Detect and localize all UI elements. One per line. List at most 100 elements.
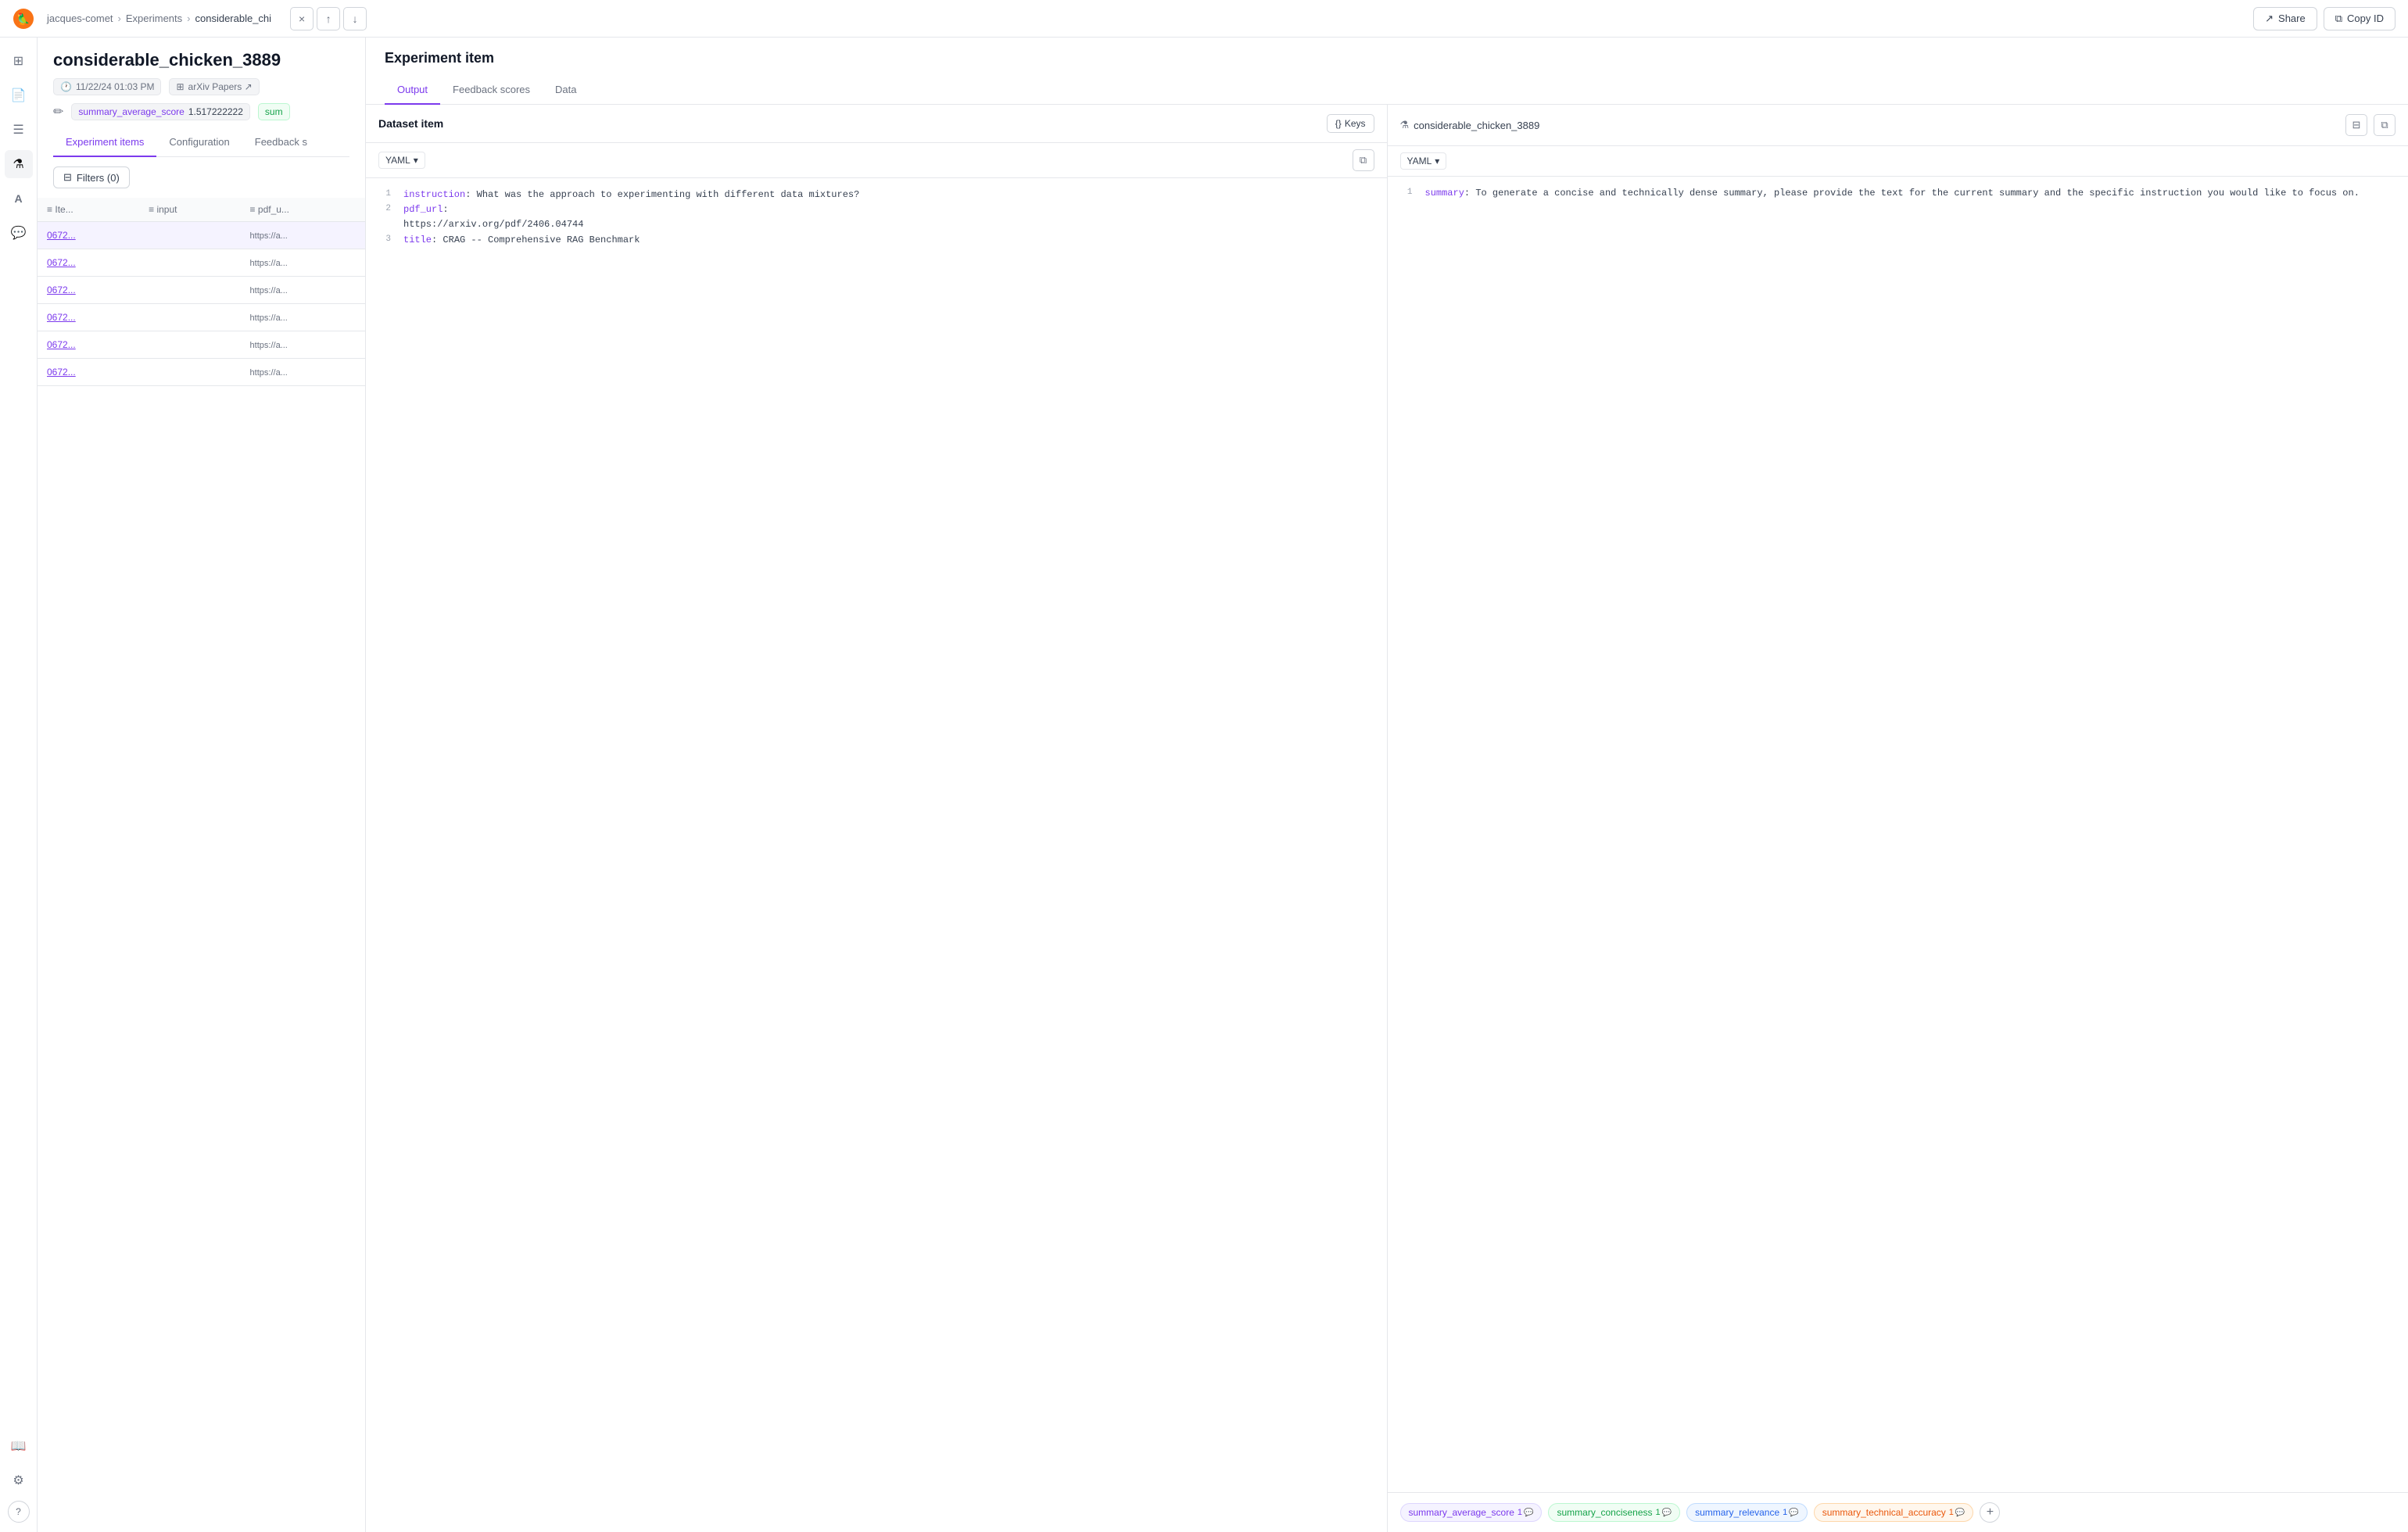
cell-id[interactable]: 0672... <box>38 277 139 304</box>
breadcrumb-section[interactable]: Experiments <box>126 13 182 24</box>
experiment-section-header: ⚗ considerable_chicken_3889 ⊟ ⧉ <box>1388 105 2408 146</box>
sidebar-icon-document[interactable]: 📄 <box>5 81 33 109</box>
table-row[interactable]: 0672... https://a... <box>38 249 365 277</box>
cell-pdf-url: https://a... <box>241 304 365 331</box>
cell-id[interactable]: 0672... <box>38 331 139 359</box>
copy-id-button[interactable]: ⧉ Copy ID <box>2324 7 2395 30</box>
cell-input <box>139 222 240 249</box>
sidebar-icon-book[interactable]: 📖 <box>5 1432 33 1460</box>
experiment-format-row: YAML ▾ <box>1388 146 2408 177</box>
sidebar-icon-text[interactable]: A <box>5 184 33 213</box>
score-key: summary_average_score <box>78 106 184 117</box>
svg-text:🦜: 🦜 <box>16 12 30 26</box>
score-row: ✏ summary_average_score 1.517222222 sum <box>53 103 349 120</box>
share-button[interactable]: ↗ Share <box>2253 7 2317 30</box>
experiment-code-block: 1 summary: To generate a concise and tec… <box>1388 177 2408 1492</box>
cell-id[interactable]: 0672... <box>38 249 139 277</box>
feedback-tags: summary_average_score 1 💬 summary_concis… <box>1388 1492 2408 1532</box>
keys-button[interactable]: {} Keys <box>1327 114 1374 133</box>
col-sort-icon: ≡ <box>47 204 52 215</box>
code-line-3: 3 title: CRAG -- Comprehensive RAG Bench… <box>378 233 1374 248</box>
tab-configuration[interactable]: Configuration <box>156 128 242 157</box>
table-row[interactable]: 0672... https://a... <box>38 331 365 359</box>
fb-tag-summary-average-score[interactable]: summary_average_score 1 💬 <box>1400 1503 1543 1522</box>
sidebar-icon-home[interactable]: ⊞ <box>5 47 33 75</box>
add-feedback-tag-button[interactable]: + <box>1980 1502 2000 1523</box>
score-badge: summary_average_score 1.517222222 <box>71 103 249 120</box>
cell-pdf-url: https://a... <box>241 249 365 277</box>
app-logo: 🦜 <box>13 8 34 30</box>
tab-feedback-scores[interactable]: Feedback scores <box>440 76 543 105</box>
copy-icon: ⧉ <box>2335 13 2342 25</box>
source-value: arXiv Papers ↗ <box>188 81 253 92</box>
keys-label: Keys <box>1345 118 1366 129</box>
right-panel-header: Experiment item Output Feedback scores D… <box>366 38 2408 105</box>
keys-icon: {} <box>1335 118 1342 129</box>
fb-count-1: 1 💬 <box>1518 1508 1534 1517</box>
table-row[interactable]: 0672... https://a... <box>38 277 365 304</box>
copy-id-label: Copy ID <box>2347 13 2384 24</box>
top-bar: 🦜 jacques-comet › Experiments › consider… <box>0 0 2408 38</box>
code-line-2: 2 pdf_url:https://arxiv.org/pdf/2406.047… <box>378 202 1374 232</box>
fb-tag-summary-technical-accuracy[interactable]: summary_technical_accuracy 1 💬 <box>1814 1503 1974 1522</box>
nav-down-button[interactable]: ↓ <box>343 7 367 30</box>
dataset-section-header: Dataset item {} Keys <box>366 105 1387 143</box>
cell-id[interactable]: 0672... <box>38 304 139 331</box>
cell-id[interactable]: 0672... <box>38 359 139 386</box>
experiment-section: ⚗ considerable_chicken_3889 ⊟ ⧉ YAML ▾ <box>1388 105 2408 1532</box>
top-bar-left: 🦜 jacques-comet › Experiments › consider… <box>13 7 367 30</box>
top-bar-right: ↗ Share ⧉ Copy ID <box>2253 7 2395 30</box>
fb-key-4: summary_technical_accuracy <box>1822 1507 1946 1518</box>
tab-experiment-items[interactable]: Experiment items <box>53 128 156 157</box>
breadcrumb-workspace[interactable]: jacques-comet <box>47 13 113 24</box>
cell-id[interactable]: 0672... <box>38 222 139 249</box>
cell-input <box>139 359 240 386</box>
fb-count-2: 1 💬 <box>1656 1508 1672 1517</box>
edit-icon: ✏ <box>53 104 63 120</box>
score-val: 1.517222222 <box>188 106 243 117</box>
sidebar-icon-comment[interactable]: 💬 <box>5 219 33 247</box>
sidebar-icon-help[interactable]: ? <box>8 1501 30 1523</box>
comment-icon-1: 💬 <box>1524 1509 1533 1517</box>
filter-label: Filters (0) <box>77 172 120 184</box>
tab-feedback-scores[interactable]: Feedback s <box>242 128 320 157</box>
fb-key-3: summary_relevance <box>1695 1507 1779 1518</box>
experiment-name: considerable_chicken_3889 <box>1414 120 1539 131</box>
sidebar-bottom: 📖 ⚙ ? <box>5 1432 33 1523</box>
cell-pdf-url: https://a... <box>241 277 365 304</box>
sidebar-icon-settings[interactable]: ⚙ <box>5 1466 33 1494</box>
table-row[interactable]: 0672... https://a... <box>38 359 365 386</box>
date-badge: 🕐 11/22/24 01:03 PM <box>53 78 161 95</box>
left-panel-tabs: Experiment items Configuration Feedback … <box>53 128 349 157</box>
tab-output[interactable]: Output <box>385 76 440 105</box>
breadcrumb-sep-1: › <box>118 13 121 24</box>
list-columns-button[interactable]: ⊟ <box>2345 114 2367 136</box>
table-row[interactable]: 0672... https://a... <box>38 304 365 331</box>
sidebar-icon-flask[interactable]: ⚗ <box>5 150 33 178</box>
experiment-items-table[interactable]: ≡ Ite... ≡ input ≡ pdf_u... <box>38 198 365 1532</box>
code-line-1: 1 instruction: What was the approach to … <box>378 188 1374 202</box>
right-panel-title: Experiment item <box>385 50 2389 66</box>
copy-experiment-button[interactable]: ⧉ <box>2374 114 2395 136</box>
fb-tag-summary-conciseness[interactable]: summary_conciseness 1 💬 <box>1548 1503 1680 1522</box>
fb-tag-summary-relevance[interactable]: summary_relevance 1 💬 <box>1686 1503 1808 1522</box>
filter-button[interactable]: ⊟ Filters (0) <box>53 166 130 188</box>
table-header-row: ≡ Ite... ≡ input ≡ pdf_u... <box>38 198 365 222</box>
sidebar-icon-list[interactable]: ☰ <box>5 116 33 144</box>
filter-icon: ⊟ <box>63 171 72 184</box>
table-row[interactable]: 0672... https://a... <box>38 222 365 249</box>
left-panel-header: considerable_chicken_3889 🕐 11/22/24 01:… <box>38 38 365 157</box>
breadcrumb-current: considerable_chi <box>195 13 271 24</box>
flask-icon-small: ⚗ <box>1400 119 1410 131</box>
format-selector[interactable]: YAML ▾ <box>378 152 425 169</box>
source-badge[interactable]: ⊞ arXiv Papers ↗ <box>169 78 259 95</box>
experiment-format-selector[interactable]: YAML ▾ <box>1400 152 1447 170</box>
nav-up-button[interactable]: ↑ <box>317 7 340 30</box>
close-panel-button[interactable]: × <box>290 7 314 30</box>
copy-dataset-button[interactable]: ⧉ <box>1353 149 1374 171</box>
exp-code-line-1: 1 summary: To generate a concise and tec… <box>1400 186 2396 201</box>
tab-data[interactable]: Data <box>543 76 589 105</box>
col-header-pdf: ≡ pdf_u... <box>241 198 365 222</box>
cell-input <box>139 277 240 304</box>
col-sort-icon-3: ≡ <box>250 204 256 215</box>
